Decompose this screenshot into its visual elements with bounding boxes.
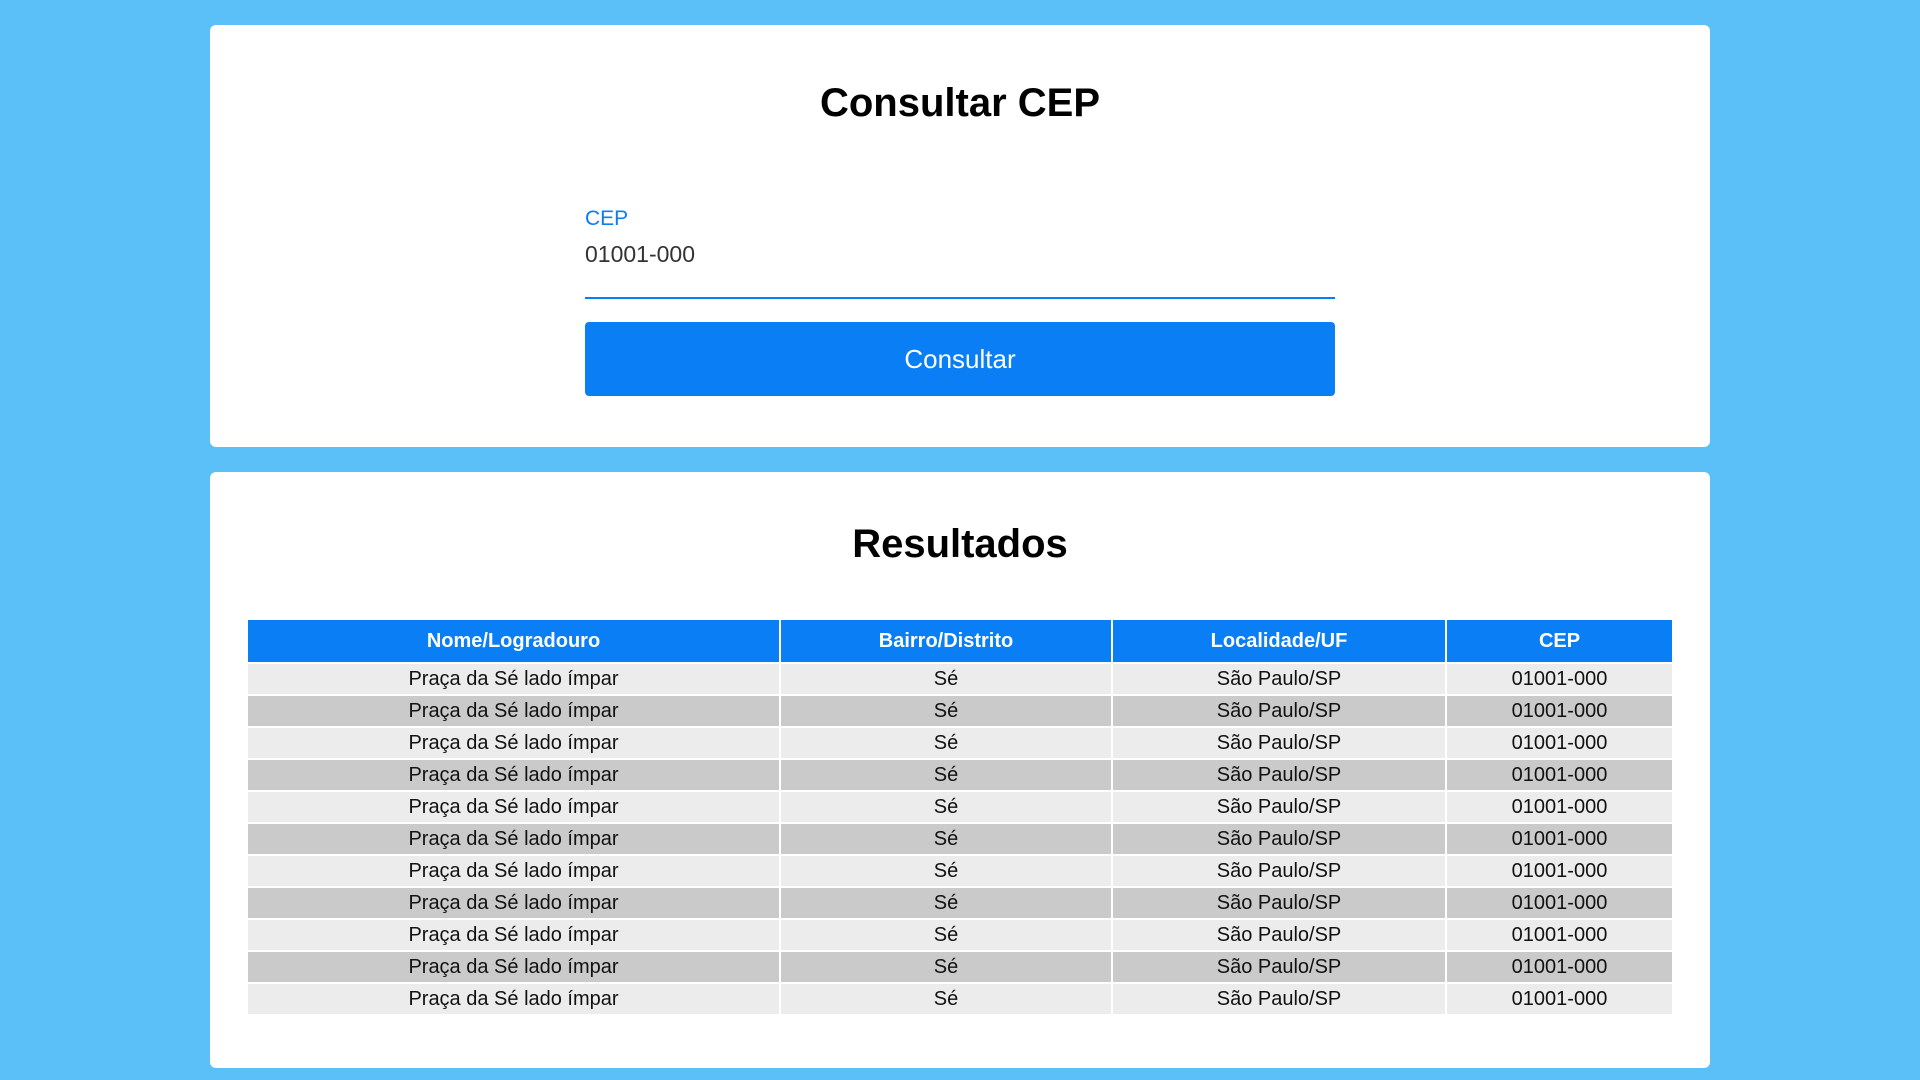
cell-bairro: Sé (780, 950, 1113, 983)
cell-localidade: São Paulo/SP (1112, 726, 1447, 759)
results-table: Nome/Logradouro Bairro/Distrito Localida… (248, 620, 1672, 1014)
cell-bairro: Sé (780, 854, 1113, 887)
cell-cep: 01001-000 (1446, 758, 1672, 791)
table-row: Praça da Sé lado ímpar Sé São Paulo/SP 0100… (248, 694, 1672, 727)
cep-field: CEP (585, 183, 1335, 299)
cell-logradouro: Praça da Sé lado ímpar (248, 694, 781, 727)
column-header-cep: CEP (1446, 620, 1672, 663)
cell-logradouro: Praça da Sé lado ímpar (248, 982, 781, 1014)
cell-cep: 01001-000 (1446, 822, 1672, 855)
cell-cep: 01001-000 (1446, 694, 1672, 727)
cell-localidade: São Paulo/SP (1112, 758, 1447, 791)
cell-cep: 01001-000 (1446, 726, 1672, 759)
cell-logradouro: Praça da Sé lado ímpar (248, 662, 781, 695)
cell-logradouro: Praça da Sé lado ímpar (248, 790, 781, 823)
cell-localidade: São Paulo/SP (1112, 886, 1447, 919)
cell-bairro: Sé (780, 886, 1113, 919)
cell-logradouro: Praça da Sé lado ímpar (248, 758, 781, 791)
cell-localidade: São Paulo/SP (1112, 918, 1447, 951)
table-row: Praça da Sé lado ímpar Sé São Paulo/SP 0100… (248, 790, 1672, 823)
table-header-row: Nome/Logradouro Bairro/Distrito Localida… (248, 620, 1672, 663)
cell-cep: 01001-000 (1446, 982, 1672, 1014)
cell-cep: 01001-000 (1446, 790, 1672, 823)
cell-cep: 01001-000 (1446, 950, 1672, 983)
cell-logradouro: Praça da Sé lado ímpar (248, 854, 781, 887)
cell-bairro: Sé (780, 918, 1113, 951)
table-row: Praça da Sé lado ímpar Sé São Paulo/SP 0100… (248, 854, 1672, 887)
cell-localidade: São Paulo/SP (1112, 822, 1447, 855)
cep-label: CEP (585, 207, 629, 230)
results-body: Praça da Sé lado ímpar Sé São Paulo/SP 0100… (248, 662, 1672, 1014)
table-row: Praça da Sé lado ímpar Sé São Paulo/SP 0100… (248, 822, 1672, 855)
cell-bairro: Sé (780, 726, 1113, 759)
cell-bairro: Sé (780, 790, 1113, 823)
cell-logradouro: Praça da Sé lado ímpar (248, 822, 781, 855)
cell-bairro: Sé (780, 758, 1113, 791)
cell-localidade: São Paulo/SP (1112, 662, 1447, 695)
cell-localidade: São Paulo/SP (1112, 694, 1447, 727)
cell-bairro: Sé (780, 822, 1113, 855)
search-card: Consultar CEP CEP Consultar (210, 25, 1710, 447)
cell-logradouro: Praça da Sé lado ímpar (248, 918, 781, 951)
cell-logradouro: Praça da Sé lado ímpar (248, 950, 781, 983)
column-header-bairro: Bairro/Distrito (780, 620, 1113, 663)
cell-localidade: São Paulo/SP (1112, 982, 1447, 1014)
table-row: Praça da Sé lado ímpar Sé São Paulo/SP 0100… (248, 982, 1672, 1014)
cell-localidade: São Paulo/SP (1112, 950, 1447, 983)
table-row: Praça da Sé lado ímpar Sé São Paulo/SP 0100… (248, 918, 1672, 951)
table-row: Praça da Sé lado ímpar Sé São Paulo/SP 0100… (248, 726, 1672, 759)
table-row: Praça da Sé lado ímpar Sé São Paulo/SP 0100… (248, 950, 1672, 983)
cell-localidade: São Paulo/SP (1112, 790, 1447, 823)
table-row: Praça da Sé lado ímpar Sé São Paulo/SP 0100… (248, 886, 1672, 919)
consultar-button[interactable]: Consultar (585, 322, 1335, 396)
cell-cep: 01001-000 (1446, 854, 1672, 887)
column-header-localidade: Localidade/UF (1112, 620, 1447, 663)
cell-cep: 01001-000 (1446, 886, 1672, 919)
table-row: Praça da Sé lado ímpar Sé São Paulo/SP 0100… (248, 662, 1672, 695)
cell-cep: 01001-000 (1446, 918, 1672, 951)
cell-logradouro: Praça da Sé lado ímpar (248, 726, 781, 759)
column-header-logradouro: Nome/Logradouro (248, 620, 781, 663)
cell-cep: 01001-000 (1446, 662, 1672, 695)
cell-bairro: Sé (780, 662, 1113, 695)
cell-bairro: Sé (780, 694, 1113, 727)
cell-bairro: Sé (780, 982, 1113, 1014)
results-title: Resultados (852, 522, 1068, 566)
cep-input[interactable] (585, 241, 1335, 268)
cell-localidade: São Paulo/SP (1112, 854, 1447, 887)
search-title: Consultar CEP (819, 81, 1101, 125)
table-row: Praça da Sé lado ímpar Sé São Paulo/SP 0100… (248, 758, 1672, 791)
cell-logradouro: Praça da Sé lado ímpar (248, 886, 781, 919)
results-card: Resultados Nome/Logradouro Bairro/Distri… (210, 472, 1710, 1068)
